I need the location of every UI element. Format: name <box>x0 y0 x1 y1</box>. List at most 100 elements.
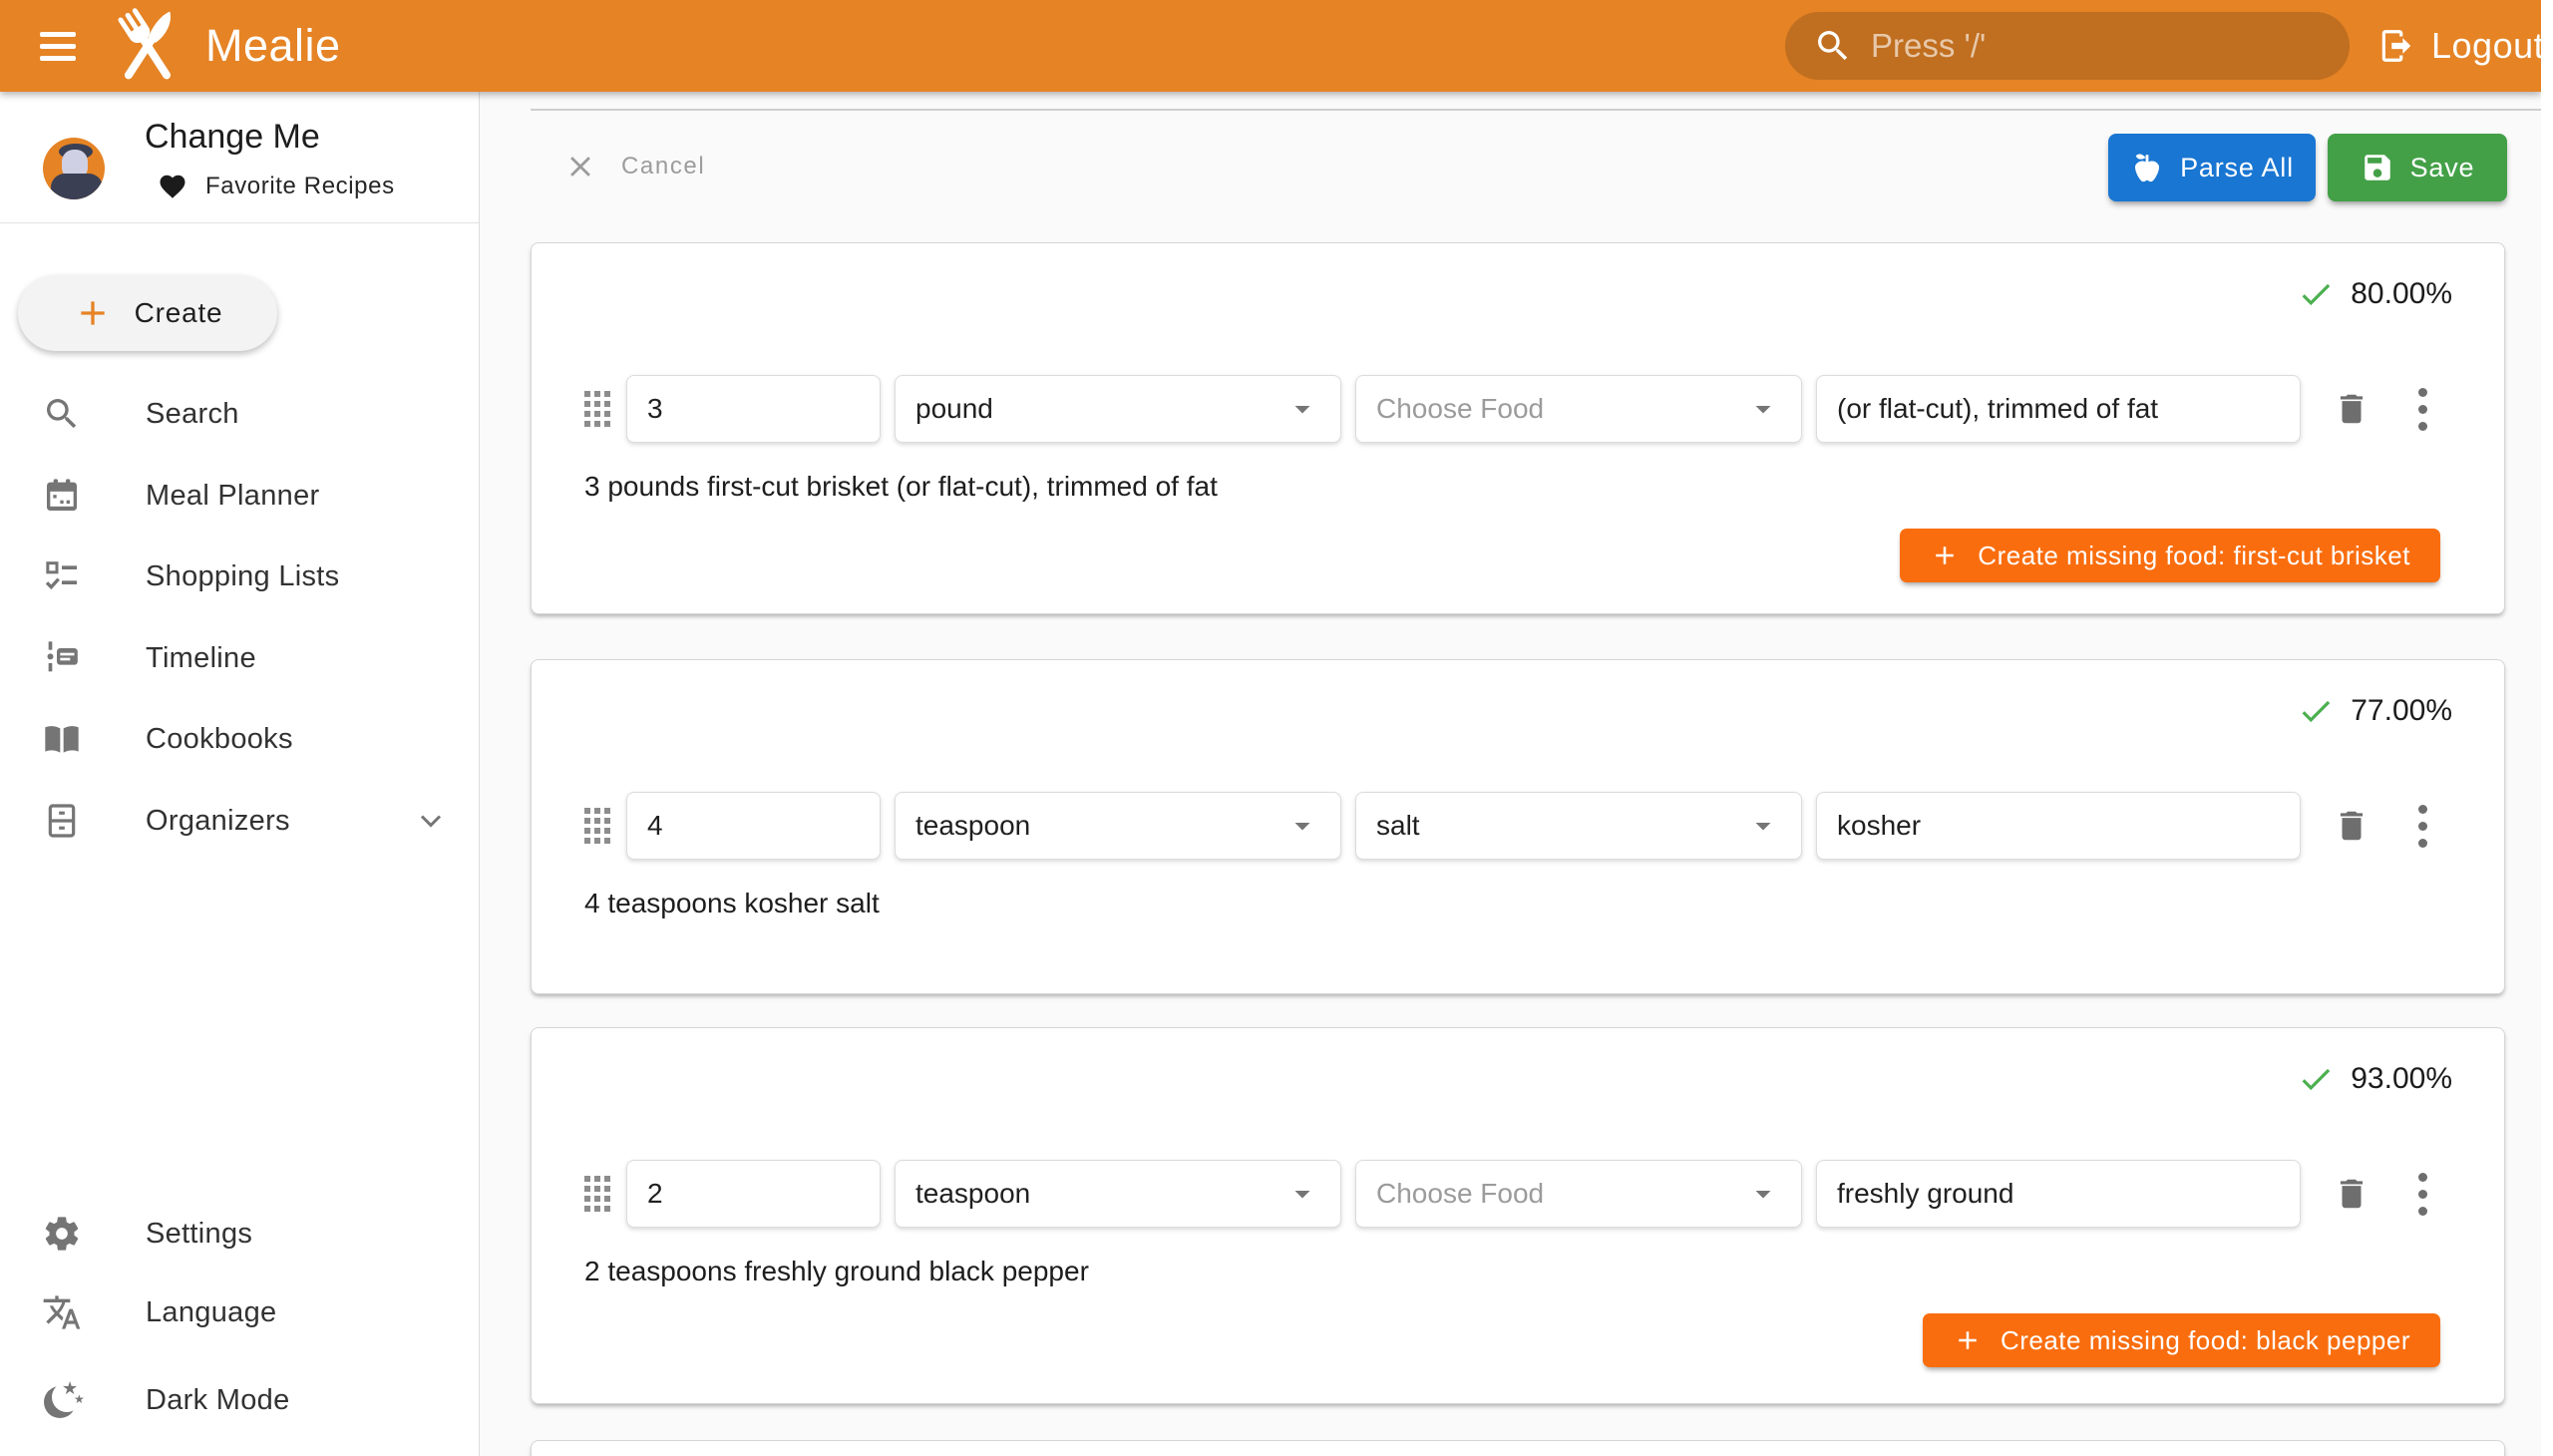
food-select-value: Choose Food <box>1376 1178 1544 1210</box>
note-field <box>1816 375 2301 443</box>
quantity-input[interactable] <box>647 1178 860 1210</box>
sidebar-item-meal-planner[interactable]: Meal Planner <box>0 455 479 537</box>
apple-icon <box>2130 151 2164 184</box>
sidebar-item-dark-mode[interactable]: ★★ Dark Mode <box>0 1359 479 1441</box>
plus-icon <box>1953 1325 1983 1355</box>
unit-select[interactable]: pound <box>895 375 1341 443</box>
delete-ingredient-button[interactable] <box>2333 390 2371 428</box>
note-input[interactable] <box>1837 810 2280 842</box>
confidence-value: 80.00% <box>2351 277 2452 311</box>
menu-icon[interactable] <box>40 32 76 61</box>
more-options-button[interactable] <box>2414 384 2431 435</box>
food-select-value: salt <box>1376 810 1420 842</box>
sidebar-item-label: Timeline <box>146 642 256 675</box>
magnify-icon <box>42 394 82 434</box>
original-ingredient-text: 2 teaspoons freshly ground black pepper <box>584 1256 1089 1287</box>
logout-button[interactable]: Logout <box>2377 0 2544 92</box>
quantity-field <box>626 375 881 443</box>
confidence-indicator: 77.00% <box>2297 692 2452 730</box>
create-missing-food-button[interactable]: Create missing food: black pepper <box>1923 1313 2440 1367</box>
delete-ingredient-button[interactable] <box>2333 807 2371 845</box>
sidebar-item-settings[interactable]: Settings <box>0 1193 479 1274</box>
save-label: Save <box>2410 153 2475 183</box>
drag-handle-icon[interactable] <box>584 1176 610 1212</box>
food-select-value: Choose Food <box>1376 393 1544 425</box>
sidebar-item-organizers[interactable]: Organizers <box>0 780 479 862</box>
ingredient-card: 80.00% pound Choose Food <box>531 242 2505 614</box>
caret-down-icon <box>1745 1176 1781 1212</box>
caret-down-icon <box>1284 1176 1320 1212</box>
search-input[interactable]: Press '/' <box>1785 12 2350 80</box>
create-button[interactable]: Create <box>18 275 277 351</box>
logout-icon <box>2377 27 2415 65</box>
trash-icon <box>2333 1175 2371 1213</box>
food-select[interactable]: Choose Food <box>1355 1160 1802 1228</box>
avatar[interactable] <box>43 138 105 199</box>
sidebar-item-label: Search <box>146 398 239 431</box>
unit-select[interactable]: teaspoon <box>895 1160 1341 1228</box>
confidence-value: 93.00% <box>2351 1062 2452 1096</box>
unit-select-value: teaspoon <box>915 810 1030 842</box>
create-button-label: Create <box>135 297 223 329</box>
quantity-input[interactable] <box>647 810 860 842</box>
confidence-indicator: 80.00% <box>2297 275 2452 313</box>
food-select[interactable]: salt <box>1355 792 1802 860</box>
drag-handle-icon[interactable] <box>584 808 610 844</box>
quantity-field <box>626 1160 881 1228</box>
sidebar-item-timeline[interactable]: Timeline <box>0 617 479 699</box>
logout-label: Logout <box>2431 25 2544 67</box>
sidebar-item-label: Organizers <box>146 805 290 838</box>
check-icon <box>2297 275 2335 313</box>
sidebar-item-label: Shopping Lists <box>146 560 339 593</box>
drag-handle-icon[interactable] <box>584 391 610 427</box>
note-input[interactable] <box>1837 1178 2280 1210</box>
sidebar-item-cookbooks[interactable]: Cookbooks <box>0 698 479 780</box>
more-options-button[interactable] <box>2414 1169 2431 1220</box>
ingredient-card-partial <box>531 1440 2505 1456</box>
caret-down-icon <box>1284 808 1320 844</box>
cancel-label: Cancel <box>621 153 705 181</box>
ingredient-editor-row: teaspoon salt <box>584 792 2431 860</box>
create-missing-food-button[interactable]: Create missing food: first-cut brisket <box>1900 529 2440 582</box>
timeline-icon <box>42 638 82 678</box>
scrollbar-gutter[interactable] <box>2541 0 2553 1456</box>
delete-ingredient-button[interactable] <box>2333 1175 2371 1213</box>
unit-select[interactable]: teaspoon <box>895 792 1341 860</box>
app-bar: Mealie Press '/' Logout <box>0 0 2541 92</box>
check-icon <box>2297 1060 2335 1098</box>
parse-all-button[interactable]: Parse All <box>2108 134 2316 201</box>
chevron-down-icon[interactable] <box>413 803 449 839</box>
note-input[interactable] <box>1837 393 2280 425</box>
caret-down-icon <box>1745 808 1781 844</box>
search-placeholder: Press '/' <box>1871 27 1986 65</box>
plus-icon <box>73 293 113 333</box>
sidebar-item-language[interactable]: Language <box>0 1272 479 1353</box>
save-icon <box>2361 151 2394 184</box>
sidebar-item-search[interactable]: Search <box>0 373 479 455</box>
plus-icon <box>1930 541 1960 570</box>
create-missing-food-label: Create missing food: black pepper <box>2001 1325 2410 1356</box>
more-options-button[interactable] <box>2414 801 2431 852</box>
confidence-value: 77.00% <box>2351 694 2452 728</box>
original-ingredient-text: 3 pounds first-cut brisket (or flat-cut)… <box>584 471 1218 503</box>
quantity-input[interactable] <box>647 393 860 425</box>
confidence-indicator: 93.00% <box>2297 1060 2452 1098</box>
food-select[interactable]: Choose Food <box>1355 375 1802 443</box>
gear-icon <box>42 1214 82 1254</box>
unit-select-value: teaspoon <box>915 1178 1030 1210</box>
cancel-button[interactable]: Cancel <box>563 150 705 183</box>
check-icon <box>2297 692 2335 730</box>
ingredient-editor-row: teaspoon Choose Food <box>584 1160 2431 1228</box>
ingredient-card: 93.00% teaspoon Choose Food <box>531 1027 2505 1404</box>
calendar-icon <box>42 476 82 516</box>
sidebar-item-label: Dark Mode <box>146 1384 290 1417</box>
sidebar-item-shopping-lists[interactable]: Shopping Lists <box>0 536 479 617</box>
app-title: Mealie <box>205 20 341 72</box>
save-button[interactable]: Save <box>2328 134 2507 201</box>
section-divider <box>531 109 2541 111</box>
favorite-recipes-label: Favorite Recipes <box>205 173 395 200</box>
mealie-logo-icon[interactable] <box>116 3 180 89</box>
translate-icon <box>42 1292 82 1332</box>
sidebar-item-label: Cookbooks <box>146 723 293 756</box>
favorite-recipes-link[interactable]: Favorite Recipes <box>158 172 395 201</box>
